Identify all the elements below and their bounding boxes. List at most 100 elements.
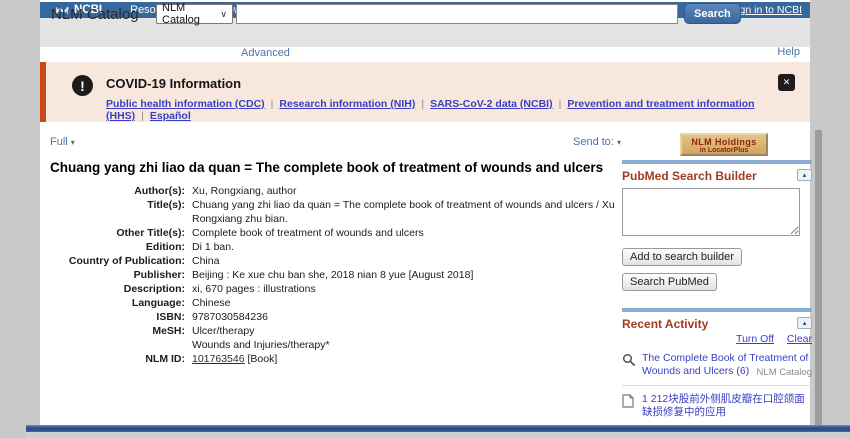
field-label: Language: <box>50 296 192 310</box>
advanced-search-link[interactable]: Advanced <box>241 47 290 59</box>
field-value: 9787030584236 <box>192 310 615 324</box>
display-format-label: Full <box>50 136 68 148</box>
field-value: Beijing : Ke xue chu ban she, 2018 nian … <box>192 268 615 282</box>
covid-link-cdc[interactable]: Public health information (CDC) <box>106 98 265 110</box>
covid-banner: ! COVID-19 Information Public health inf… <box>40 62 810 122</box>
link-separator: | <box>559 98 562 110</box>
nlm-holdings-button[interactable]: NLM Holdings in LocatorPlus <box>680 133 768 156</box>
recent-item-link[interactable]: 1 212块股前外侧肌皮瓣在口腔颌面缺损修复中的应用 <box>642 393 805 418</box>
recent-activity-controls: Turn Off Clear <box>622 333 812 345</box>
footer-below <box>26 432 850 438</box>
footer-bar <box>26 425 850 432</box>
pubmed-builder-header: PubMed Search Builder ▴ <box>622 169 812 183</box>
recent-item-body: The Complete Book of Treatment of Wounds… <box>642 352 812 379</box>
recent-item-body: 1 212块股前外侧肌皮瓣在口腔颌面缺损修复中的应用 <box>642 393 812 419</box>
portlet-divider <box>622 308 812 312</box>
field-row-other-titles: Other Title(s): Complete book of treatme… <box>50 226 622 240</box>
field-label: Description: <box>50 282 192 296</box>
nlm-holdings-line1: NLM Holdings <box>682 138 766 147</box>
mesh-term: Ulcer/therapy <box>192 324 615 338</box>
select-chevron-icon: ∨ <box>220 9 227 20</box>
list-item: The Complete Book of Treatment of Wounds… <box>622 345 812 385</box>
collapse-icon[interactable]: ▴ <box>797 317 812 329</box>
send-to-label: Send to: <box>573 136 614 148</box>
field-row-description: Description: xi, 670 pages : illustratio… <box>50 282 622 296</box>
covid-banner-links: Public health information (CDC)|Research… <box>106 98 810 122</box>
field-label: MeSH: <box>50 324 192 352</box>
recent-activity-header: Recent Activity ▴ <box>622 317 812 331</box>
alert-icon: ! <box>72 75 93 96</box>
turn-off-link[interactable]: Turn Off <box>736 333 774 345</box>
recent-activity-portlet: Recent Activity ▴ Turn Off Clear The Com… <box>622 308 812 438</box>
alert-glyph: ! <box>80 78 85 94</box>
clear-link[interactable]: Clear <box>787 333 812 345</box>
search-input[interactable] <box>236 4 678 24</box>
field-row-titles: Title(s): Chuang yang zhi liao da quan =… <box>50 198 622 226</box>
page-title: NLM Catalog <box>51 6 139 23</box>
collapse-icon[interactable]: ▴ <box>797 169 812 181</box>
covid-link-nih[interactable]: Research information (NIH) <box>279 98 415 110</box>
send-to-dropdown[interactable]: Send to: ▾ <box>573 136 621 148</box>
field-label: Edition: <box>50 240 192 254</box>
sidebar: PubMed Search Builder ▴ Add to search bu… <box>622 160 812 438</box>
database-select-value: NLM Catalog <box>162 2 220 26</box>
link-separator: | <box>141 110 144 122</box>
scrollbar-track[interactable] <box>815 130 822 430</box>
field-row-authors: Author(s): Xu, Rongxiang, author <box>50 184 622 198</box>
field-row-nlm-id: NLM ID: 101763546 [Book] <box>50 352 622 366</box>
record-detail: Chuang yang zhi liao da quan = The compl… <box>50 160 622 366</box>
link-separator: | <box>421 98 424 110</box>
list-item: 1 212块股前外侧肌皮瓣在口腔颌面缺损修复中的应用 <box>622 385 812 425</box>
mesh-term: Wounds and Injuries/therapy* <box>192 338 615 352</box>
field-value: Di 1 ban. <box>192 240 615 254</box>
add-to-search-builder-button[interactable]: Add to search builder <box>622 248 742 266</box>
covid-link-espanol[interactable]: Español <box>150 110 191 122</box>
record-title: Chuang yang zhi liao da quan = The compl… <box>50 160 622 175</box>
nlm-holdings-line2: in LocatorPlus <box>682 147 766 154</box>
field-row-edition: Edition: Di 1 ban. <box>50 240 622 254</box>
field-label: NLM ID: <box>50 352 192 366</box>
sign-in-link[interactable]: Sign in to NCBI <box>730 4 802 16</box>
field-row-language: Language: Chinese <box>50 296 622 310</box>
pubmed-builder-title: PubMed Search Builder <box>622 169 757 183</box>
field-value: Xu, Rongxiang, author <box>192 184 615 198</box>
link-separator: | <box>271 98 274 110</box>
nlm-id-link[interactable]: 101763546 <box>192 353 245 365</box>
recent-item-source: NLM Catalog <box>757 366 812 379</box>
portlet-divider <box>622 160 812 164</box>
field-row-publisher: Publisher: Beijing : Ke xue chu ban she,… <box>50 268 622 282</box>
help-link[interactable]: Help <box>777 46 800 58</box>
close-glyph: ✕ <box>783 77 791 88</box>
close-icon[interactable]: ✕ <box>778 74 795 91</box>
document-icon <box>622 393 637 419</box>
field-value: Chuang yang zhi liao da quan = The compl… <box>192 198 615 226</box>
recent-activity-title: Recent Activity <box>622 317 708 331</box>
covid-banner-title: COVID-19 Information <box>106 76 241 91</box>
field-label: Author(s): <box>50 184 192 198</box>
field-value: Ulcer/therapy Wounds and Injuries/therap… <box>192 324 615 352</box>
field-row-isbn: ISBN: 9787030584236 <box>50 310 622 324</box>
search-icon <box>622 352 637 379</box>
display-format-dropdown[interactable]: Full ▾ <box>50 136 75 148</box>
field-label: Country of Publication: <box>50 254 192 268</box>
collapse-glyph: ▴ <box>803 319 807 327</box>
field-value: xi, 670 pages : illustrations <box>192 282 615 296</box>
field-value: Chinese <box>192 296 615 310</box>
field-label: Other Title(s): <box>50 226 192 240</box>
field-label: ISBN: <box>50 310 192 324</box>
field-row-country: Country of Publication: China <box>50 254 622 268</box>
search-pubmed-button[interactable]: Search PubMed <box>622 273 717 291</box>
field-value: China <box>192 254 615 268</box>
page-container: NCBI Resources ⌄ How To ⌄ Sign in to NCB… <box>40 0 810 432</box>
covid-link-ncbi[interactable]: SARS-CoV-2 data (NCBI) <box>430 98 553 110</box>
caret-down-icon: ▾ <box>617 138 621 147</box>
field-row-mesh: MeSH: Ulcer/therapy Wounds and Injuries/… <box>50 324 622 352</box>
field-label: Title(s): <box>50 198 192 226</box>
collapse-glyph: ▴ <box>803 171 807 179</box>
nlm-id-suffix: [Book] <box>245 353 278 365</box>
field-label: Publisher: <box>50 268 192 282</box>
search-button[interactable]: Search <box>684 3 741 24</box>
database-select[interactable]: NLM Catalog ∨ <box>156 4 233 24</box>
pubmed-builder-textarea[interactable] <box>622 188 800 236</box>
caret-down-icon: ▾ <box>71 138 75 147</box>
